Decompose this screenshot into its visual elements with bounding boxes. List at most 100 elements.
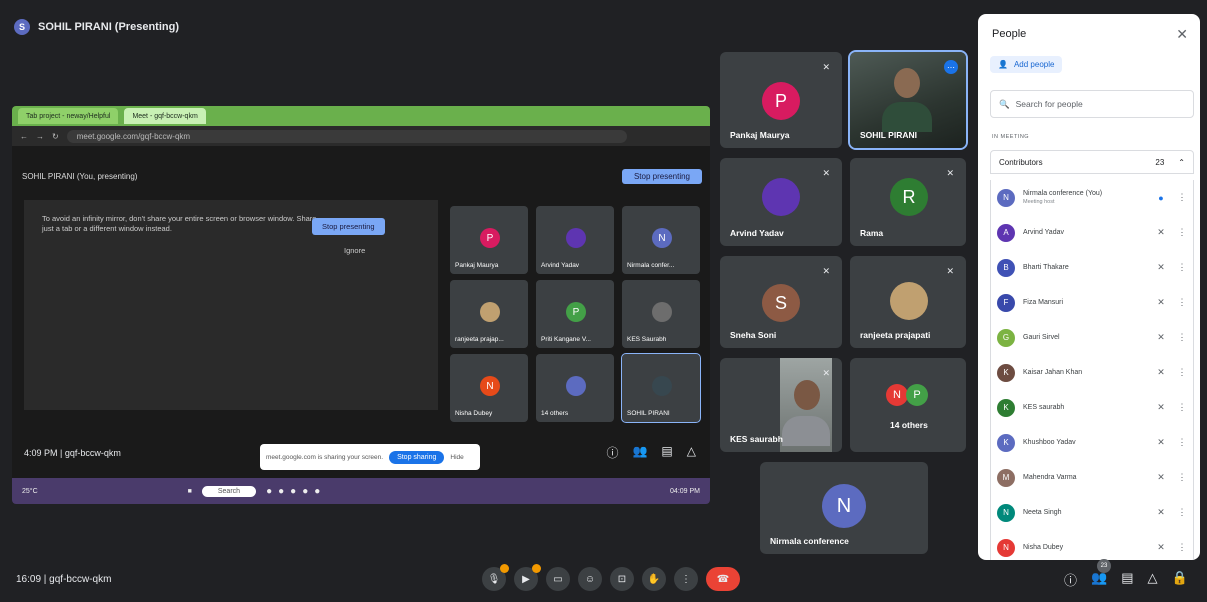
people-list-item[interactable]: N Neeta Singh ✕ ⋮	[990, 495, 1194, 530]
mic-off-icon[interactable]: ✕	[1153, 367, 1169, 378]
participant-tile-others[interactable]: N P 14 others	[850, 358, 966, 452]
app-icon[interactable]: ●	[302, 486, 308, 497]
people-list-item[interactable]: N Nisha Dubey ✕ ⋮	[990, 530, 1194, 560]
participant-tile-sohil[interactable]: ⋯ SOHIL PIRANI	[848, 50, 968, 150]
more-vert-icon[interactable]: ⋮	[1177, 472, 1187, 483]
mic-off-icon[interactable]: ✕	[1153, 227, 1169, 238]
url-field[interactable]: meet.google.com/gqf-bccw-qkm	[66, 129, 627, 143]
participant-name: SOHIL PIRANI	[860, 130, 917, 140]
person-info: Gauri Sirvel	[1023, 334, 1145, 342]
people-list-item[interactable]: K Kaisar Jahan Khan ✕ ⋮	[990, 355, 1194, 390]
video-person-body	[782, 416, 830, 446]
more-vert-icon[interactable]: ⋮	[1177, 437, 1187, 448]
mic-off-icon[interactable]: ✕	[1153, 262, 1169, 273]
add-person-icon: 👤	[998, 60, 1008, 69]
stop-sharing-button[interactable]: Stop sharing	[389, 450, 445, 464]
more-options-button[interactable]: ⋮	[674, 567, 698, 591]
participant-tile-kes[interactable]: ✕ KES saurabh	[720, 358, 842, 452]
people-list-item[interactable]: B Bharti Thakare ✕ ⋮	[990, 250, 1194, 285]
app-icon[interactable]: ●	[290, 486, 296, 497]
close-icon[interactable]: ✕	[1176, 26, 1188, 43]
more-vert-icon[interactable]: ⋮	[1177, 262, 1187, 273]
info-icon[interactable]: ⓘ	[606, 444, 618, 461]
participant-name: Sneha Soni	[730, 330, 777, 340]
speaking-indicator-icon[interactable]: ●	[1153, 193, 1169, 203]
app-icon[interactable]: ●	[278, 486, 284, 497]
more-vert-icon[interactable]: ⋮	[1177, 507, 1187, 518]
chat-icon[interactable]: ▤	[661, 444, 672, 461]
inner-stop-presenting-button[interactable]: Stop presenting	[621, 168, 702, 184]
mic-off-icon[interactable]: ✕	[1153, 297, 1169, 308]
people-list-item[interactable]: M Mahendra Varma ✕ ⋮	[990, 460, 1194, 495]
leave-call-button[interactable]: ☎	[706, 567, 740, 591]
hide-button[interactable]: Hide	[450, 454, 463, 461]
chevron-up-icon: ⌃	[1178, 157, 1185, 167]
people-list-item[interactable]: K KES saurabh ✕ ⋮	[990, 390, 1194, 425]
mic-off-icon[interactable]: ✕	[1153, 402, 1169, 413]
participant-name: KES saurabh	[730, 434, 783, 444]
mirror-stop-presenting-button[interactable]: Stop presenting	[312, 218, 385, 235]
raise-hand-button[interactable]: ✋	[642, 567, 666, 591]
people-list-item[interactable]: N Nirmala conference (You) Meeting host ● ⋮	[990, 180, 1194, 215]
people-icon[interactable]: 👥	[1091, 570, 1107, 589]
person-info: Neeta Singh	[1023, 509, 1145, 517]
more-vert-icon[interactable]: ⋮	[1177, 332, 1187, 343]
chat-icon[interactable]: ▤	[1121, 570, 1133, 589]
app-icon[interactable]: ●	[266, 486, 272, 497]
inner-tile-name: Priti Kangane V...	[541, 336, 591, 343]
avatar: N	[997, 503, 1015, 522]
more-vert-icon[interactable]: ⋮	[1177, 402, 1187, 413]
contributors-section[interactable]: Contributors 23 ⌃	[990, 150, 1194, 174]
host-controls-icon[interactable]: 🔒	[1172, 570, 1188, 589]
back-arrow-icon[interactable]: ←	[20, 132, 28, 141]
camera-toggle-button[interactable]: ▶	[514, 564, 541, 591]
forward-arrow-icon[interactable]: →	[36, 132, 44, 141]
browser-tab-active[interactable]: Meet - gqf-bccw-qkm	[124, 108, 206, 124]
more-vert-icon[interactable]: ⋮	[1177, 192, 1187, 203]
taskbar-search[interactable]: Search	[201, 485, 257, 497]
mic-off-icon[interactable]: ✕	[1153, 472, 1169, 483]
add-people-button[interactable]: 👤 Add people	[990, 56, 1063, 73]
person-info: Nirmala conference (You) Meeting host	[1023, 190, 1145, 206]
participant-tile-rama[interactable]: ✕ R Rama	[850, 158, 966, 246]
people-icon[interactable]: 👥	[632, 444, 647, 461]
taskbar-clock[interactable]: 04:09 PM	[670, 488, 700, 495]
mic-toggle-button[interactable]: 🎙	[482, 564, 509, 591]
mic-off-icon[interactable]: ✕	[1153, 437, 1169, 448]
person-name: Nirmala conference (You)	[1023, 189, 1103, 197]
more-vert-icon[interactable]: ⋮	[1177, 227, 1187, 238]
present-button[interactable]: ⊡	[610, 567, 634, 591]
app-icon[interactable]: ●	[314, 486, 320, 497]
mic-off-icon[interactable]: ✕	[1153, 507, 1169, 518]
activities-icon[interactable]: △	[687, 444, 696, 461]
participant-tile-arvind[interactable]: ✕ Arvind Yadav	[720, 158, 842, 246]
participant-tile-nirmala[interactable]: N Nirmala conference	[760, 462, 928, 554]
emoji-button[interactable]: ☺	[578, 567, 602, 591]
inner-tile: P Priti Kangane V...	[536, 280, 614, 348]
reload-icon[interactable]: ↻	[52, 132, 59, 141]
mic-off-icon[interactable]: ✕	[1153, 542, 1169, 553]
avatar: G	[997, 328, 1015, 347]
browser-tab[interactable]: Tab project - neway/Helpful	[18, 108, 119, 124]
more-vert-icon[interactable]: ⋮	[1177, 367, 1187, 378]
mic-off-icon: ✕	[822, 368, 830, 378]
more-options-icon[interactable]: ⋯	[944, 60, 958, 74]
people-list-item[interactable]: A Arvind Yadav ✕ ⋮	[990, 215, 1194, 250]
more-vert-icon[interactable]: ⋮	[1177, 297, 1187, 308]
windows-start-icon[interactable]: ■	[188, 488, 192, 495]
more-vert-icon[interactable]: ⋮	[1177, 542, 1187, 553]
participant-tile-pankaj[interactable]: ✕ P Pankaj Maurya	[720, 52, 842, 148]
weather-widget[interactable]: 25°C	[22, 488, 38, 495]
people-list-item[interactable]: K Khushboo Yadav ✕ ⋮	[990, 425, 1194, 460]
search-people-input[interactable]: 🔍 Search for people	[990, 90, 1194, 118]
participant-tile-sneha[interactable]: ✕ S Sneha Soni	[720, 256, 842, 348]
mic-off-icon[interactable]: ✕	[1153, 332, 1169, 343]
participant-tile-ranjeeta[interactable]: ✕ ranjeeta prajapati	[850, 256, 966, 348]
captions-button[interactable]: ▭	[546, 567, 570, 591]
info-icon[interactable]: ⓘ	[1064, 570, 1077, 589]
person-name: Neeta Singh	[1023, 508, 1062, 516]
people-list-item[interactable]: G Gauri Sirvel ✕ ⋮	[990, 320, 1194, 355]
activities-icon[interactable]: △	[1148, 570, 1158, 589]
mirror-ignore-button[interactable]: Ignore	[344, 246, 365, 255]
people-list-item[interactable]: F Fiza Mansuri ✕ ⋮	[990, 285, 1194, 320]
